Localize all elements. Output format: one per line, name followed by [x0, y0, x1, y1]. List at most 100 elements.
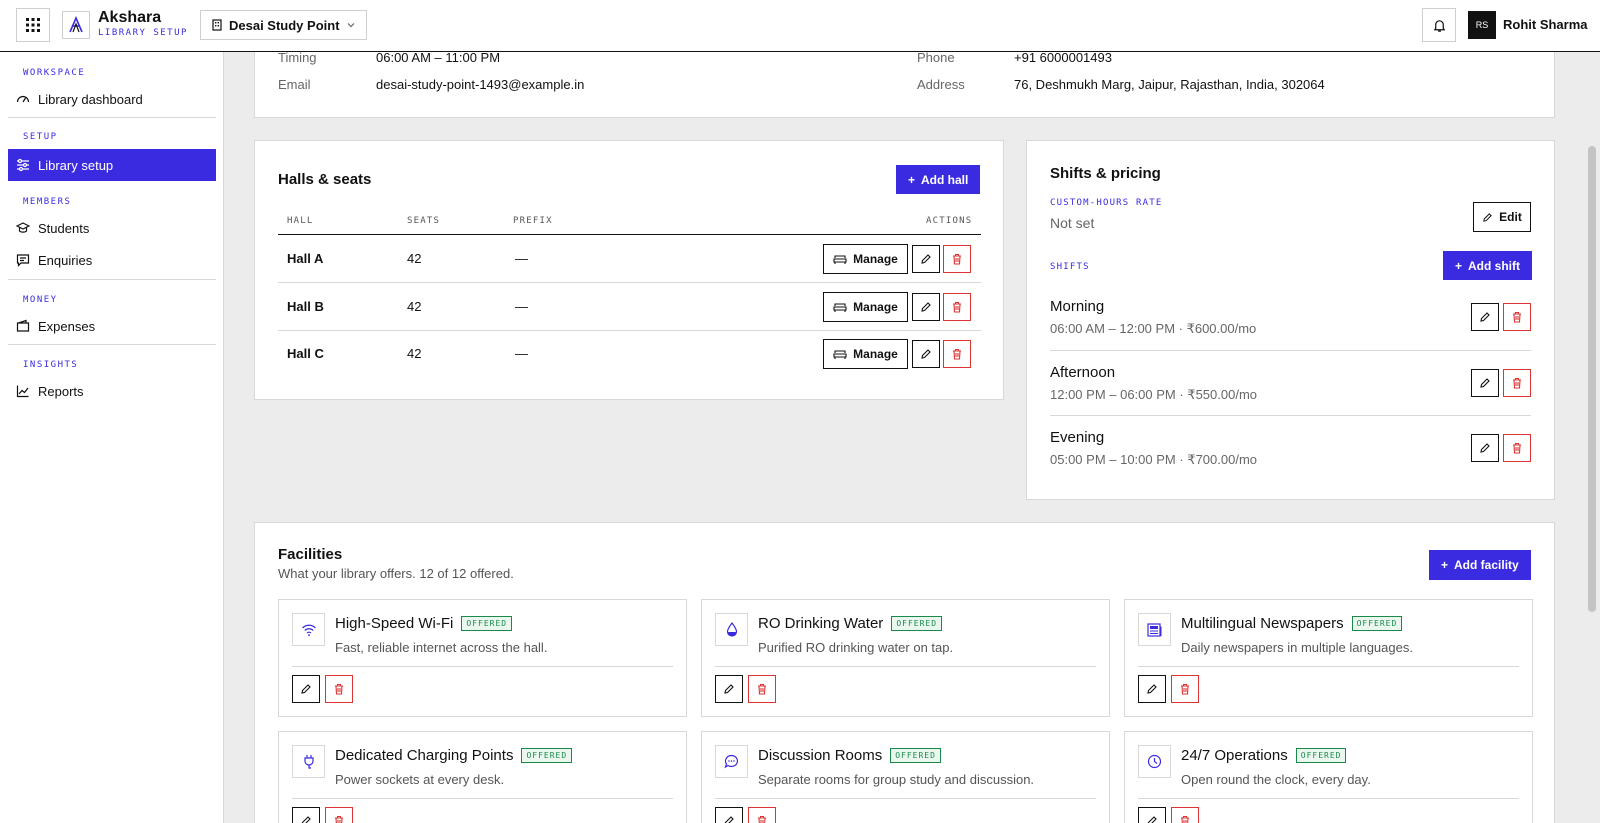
- pencil-icon: [301, 684, 311, 694]
- brand-logo-icon: [62, 11, 90, 39]
- notifications-bell-icon[interactable]: [1422, 8, 1456, 42]
- plug-icon: [292, 745, 325, 778]
- seat-icon: [833, 255, 847, 264]
- plus-icon: +: [1441, 558, 1449, 572]
- add-facility-button[interactable]: + Add facility: [1429, 550, 1531, 580]
- edit-hall-button[interactable]: [912, 340, 940, 368]
- add-hall-button[interactable]: + Add hall: [896, 165, 981, 194]
- sidebar-item-students[interactable]: Students: [8, 212, 216, 244]
- edit-facility-button[interactable]: [292, 675, 320, 703]
- pencil-icon: [1147, 816, 1157, 823]
- pencil-icon: [1483, 212, 1493, 222]
- facility-description: Purified RO drinking water on tap.: [758, 640, 954, 655]
- hall-seats: 42: [407, 346, 422, 361]
- pencil-icon: [301, 816, 311, 823]
- shift-detail: 05:00 PM – 10:00 PM · ₹700.00/mo: [1050, 452, 1257, 467]
- sidebar-item-reports[interactable]: Reports: [8, 375, 216, 407]
- delete-hall-button[interactable]: [943, 293, 971, 321]
- facility-divider: [715, 666, 1096, 667]
- table-header-divider: [278, 234, 981, 235]
- delete-facility-button[interactable]: [748, 807, 776, 823]
- facility-card: Dedicated Charging Points OFFERED Power s…: [278, 731, 687, 823]
- app-grid-icon[interactable]: [16, 8, 50, 42]
- facility-title: RO Drinking Water OFFERED: [758, 615, 943, 632]
- clock-icon: [1138, 745, 1171, 778]
- delete-shift-button[interactable]: [1503, 303, 1531, 331]
- sidebar-item-dashboard[interactable]: Library dashboard: [8, 83, 216, 115]
- shift-detail: 12:00 PM – 06:00 PM · ₹550.00/mo: [1050, 387, 1257, 402]
- delete-facility-button[interactable]: [325, 675, 353, 703]
- user-name[interactable]: Rohit Sharma: [1503, 17, 1588, 32]
- facility-title: High-Speed Wi-Fi OFFERED: [335, 615, 513, 632]
- delete-facility-button[interactable]: [748, 675, 776, 703]
- facility-divider: [292, 798, 673, 799]
- shifts-label: SHIFTS: [1050, 262, 1090, 272]
- edit-shift-button[interactable]: [1471, 434, 1499, 462]
- hall-seats: 42: [407, 299, 422, 314]
- shift-name: Afternoon: [1050, 364, 1116, 381]
- sidebar-item-library-setup[interactable]: Library setup: [8, 149, 216, 181]
- avatar[interactable]: RS: [1468, 11, 1496, 39]
- delete-shift-button[interactable]: [1503, 369, 1531, 397]
- sidebar-item-expenses[interactable]: Expenses: [8, 310, 216, 342]
- pencil-icon: [1480, 443, 1490, 453]
- edit-facility-button[interactable]: [1138, 675, 1166, 703]
- sidebar-item-label: Library setup: [38, 157, 114, 173]
- manage-hall-button[interactable]: Manage: [823, 339, 908, 369]
- edit-hall-button[interactable]: [912, 245, 940, 273]
- manage-label: Manage: [853, 252, 898, 266]
- manage-hall-button[interactable]: Manage: [823, 292, 908, 322]
- facility-title: Multilingual Newspapers OFFERED: [1181, 615, 1403, 632]
- hall-name: Hall C: [287, 346, 324, 361]
- sidebar-item-label: Reports: [38, 383, 84, 399]
- facility-card: 24/7 Operations OFFERED Open round the cl…: [1124, 731, 1533, 823]
- seat-icon: [833, 350, 847, 359]
- shift-divider: [1050, 350, 1531, 351]
- gauge-icon: [16, 95, 30, 103]
- edit-facility-button[interactable]: [715, 807, 743, 823]
- manage-hall-button[interactable]: Manage: [823, 244, 908, 274]
- trash-icon: [1181, 815, 1189, 823]
- shift-divider: [1050, 415, 1531, 416]
- sidebar-section-money: MONEY: [23, 295, 58, 305]
- phone-value: +91 6000001493: [1014, 50, 1112, 65]
- add-shift-button[interactable]: + Add shift: [1443, 251, 1533, 280]
- plus-icon: +: [1455, 258, 1463, 273]
- edit-custom-rate-button[interactable]: Edit: [1473, 202, 1531, 232]
- facility-name: Multilingual Newspapers: [1181, 615, 1344, 632]
- edit-shift-button[interactable]: [1471, 303, 1499, 331]
- pencil-icon: [1147, 684, 1157, 694]
- library-selector[interactable]: Desai Study Point: [200, 10, 367, 40]
- edit-shift-button[interactable]: [1471, 369, 1499, 397]
- scrollbar[interactable]: [1588, 146, 1596, 612]
- edit-facility-button[interactable]: [292, 807, 320, 823]
- timing-value: 06:00 AM – 11:00 PM: [376, 50, 501, 65]
- facility-description: Power sockets at every desk.: [335, 772, 505, 787]
- offered-badge: OFFERED: [891, 616, 943, 631]
- offered-badge: OFFERED: [1351, 616, 1403, 631]
- hall-prefix: —: [515, 346, 528, 361]
- delete-facility-button[interactable]: [325, 807, 353, 823]
- delete-hall-button[interactable]: [943, 340, 971, 368]
- trash-icon: [1513, 311, 1521, 323]
- edit-hall-button[interactable]: [912, 293, 940, 321]
- divider: [8, 279, 216, 280]
- delete-shift-button[interactable]: [1503, 434, 1531, 462]
- hall-prefix: —: [515, 299, 528, 314]
- delete-facility-button[interactable]: [1171, 675, 1199, 703]
- add-hall-label: Add hall: [921, 172, 969, 187]
- address-value: 76, Deshmukh Marg, Jaipur, Rajasthan, In…: [1014, 77, 1325, 92]
- email-label: Email: [278, 77, 311, 92]
- delete-hall-button[interactable]: [943, 245, 971, 273]
- pencil-icon: [921, 302, 931, 312]
- edit-facility-button[interactable]: [1138, 807, 1166, 823]
- plus-icon: +: [908, 172, 916, 187]
- shift-detail: 06:00 AM – 12:00 PM · ₹600.00/mo: [1050, 321, 1257, 336]
- trash-icon: [953, 348, 961, 360]
- delete-facility-button[interactable]: [1171, 807, 1199, 823]
- pencil-icon: [724, 816, 734, 823]
- column-header-hall: HALL: [287, 216, 314, 226]
- pencil-icon: [921, 254, 931, 264]
- sidebar-item-enquiries[interactable]: Enquiries: [8, 244, 216, 276]
- edit-facility-button[interactable]: [715, 675, 743, 703]
